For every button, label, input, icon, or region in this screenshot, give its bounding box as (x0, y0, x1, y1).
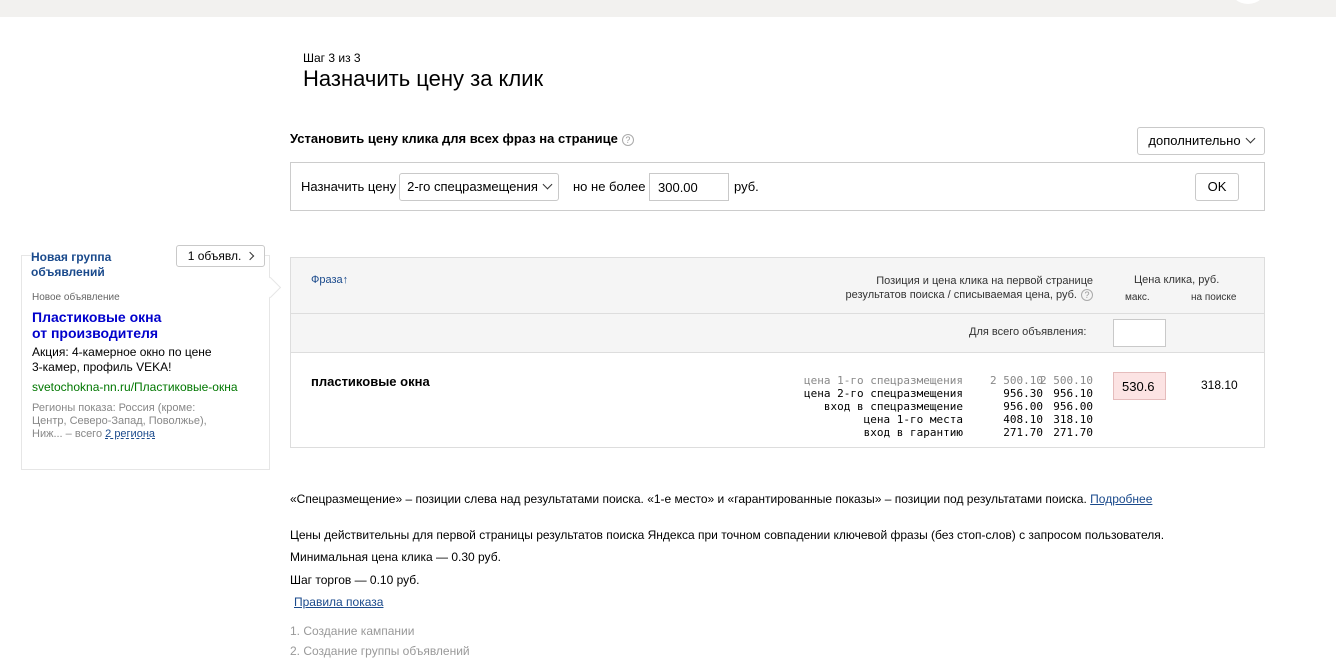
regions-line: Ниж... – всего (32, 428, 103, 440)
position-name: цена 1-го спецразмещения (804, 374, 963, 387)
note-text: «Спецразмещение» – позиции слева над рез… (290, 492, 1087, 506)
step-1[interactable]: 1. Создание кампании (290, 624, 414, 638)
regions-link[interactable]: 2 региона (105, 428, 155, 440)
for-all-label: Для всего объявления: (969, 326, 1087, 338)
ad-regions: Регионы показа: Россия (кроме: Центр, Се… (32, 402, 207, 441)
ads-count-label: 1 объявл. (187, 249, 242, 263)
for-all-row: Для всего объявления: (291, 314, 1264, 353)
note-bid-step: Шаг торгов — 0.10 руб. (290, 573, 420, 587)
position-price: 2 500.10 (990, 374, 1043, 387)
extra-button[interactable]: дополнительно (1137, 127, 1265, 155)
avatar[interactable] (1230, 0, 1266, 4)
position-charged-price: 956.00 (1053, 400, 1093, 413)
position-charged: 2 500.10 956.10 956.00 318.10 271.70 (1040, 374, 1093, 439)
help-icon[interactable]: ? (1081, 289, 1093, 302)
set-all-title-text: Установить цену клика для всех фраз на с… (290, 131, 618, 146)
more-link[interactable]: Подробнее (1090, 492, 1152, 506)
ad-title-line: от производителя (32, 325, 159, 341)
position-price: 408.10 (1003, 413, 1043, 426)
group-name[interactable]: Новая группа объявлений (31, 250, 185, 280)
chevron-right-icon (246, 251, 255, 261)
position-charged-price: 318.10 (1053, 413, 1093, 426)
regions-line: Центр, Северо-Запад, Поволжье), (32, 415, 207, 427)
assign-price-label: Назначить цену (301, 179, 397, 194)
ad-label: Новое объявление (32, 292, 120, 303)
position-charged-price: 956.10 (1053, 387, 1093, 400)
col-max-header: макс. (1125, 292, 1150, 303)
set-all-panel: Назначить цену 2-го спецразмещения но не… (290, 162, 1265, 211)
col-position-line2: результатов поиска / списываемая цена, р… (845, 289, 1077, 301)
ok-button[interactable]: OK (1195, 173, 1239, 201)
col-position-line1: Позиция и цена клика на первой странице (876, 275, 1093, 287)
table-header: Фраза↑ Позиция и цена клика на первой ст… (291, 258, 1264, 314)
note-min-price: Минимальная цена клика — 0.30 руб. (290, 550, 501, 564)
rules-link[interactable]: Правила показа (294, 595, 383, 609)
ad-title[interactable]: Пластиковые окна от производителя (32, 309, 161, 341)
step-2[interactable]: 2. Создание группы объявлений (290, 644, 470, 658)
position-name: цена 1-го места (863, 413, 963, 426)
card-pointer (259, 276, 282, 299)
col-phrase-label: Фраза (311, 274, 343, 286)
set-all-title: Установить цену клика для всех фраз на с… (290, 131, 634, 146)
position-price: 956.30 (1003, 387, 1043, 400)
ad-preview-card: Новая группа объявлений 1 объявл. Новое … (21, 245, 282, 470)
ad-text: Акция: 4-камерное окно по цене 3-камер, … (32, 345, 212, 375)
sort-phrase-link[interactable]: Фраза↑ (311, 274, 348, 286)
position-price: 956.00 (1003, 400, 1043, 413)
extra-button-label: дополнительно (1148, 133, 1241, 148)
position-select[interactable]: 2-го спецразмещения (399, 173, 559, 201)
note-prices: Цены действительны для первой страницы р… (290, 528, 1165, 542)
currency-label: руб. (734, 179, 759, 194)
col-search-header: на поиске (1191, 292, 1237, 303)
position-name: вход в гарантию (863, 426, 963, 439)
position-name: цена 2-го спецразмещения (804, 387, 963, 400)
regions-line: Регионы показа: Россия (кроме: (32, 402, 196, 414)
position-price: 271.70 (1003, 426, 1043, 439)
col-position-header: Позиция и цена клика на первой странице … (846, 274, 1093, 302)
position-charged-price: 271.70 (1053, 426, 1093, 439)
table-row: пластиковые окна цена 1-го спецразмещени… (291, 353, 1264, 447)
ad-text-line: 3-камер, профиль VEKA! (32, 360, 172, 374)
help-icon[interactable]: ? (621, 133, 634, 146)
page-title: Назначить цену за клик (303, 66, 544, 91)
no-more-label: но не более (573, 179, 646, 194)
phrases-table: Фраза↑ Позиция и цена клика на первой ст… (290, 257, 1265, 448)
for-all-input[interactable] (1113, 319, 1166, 347)
position-names: цена 1-го спецразмещения цена 2-го спецр… (804, 374, 963, 439)
top-bar (0, 0, 1336, 17)
ads-count-button[interactable]: 1 объявл. (176, 245, 265, 267)
ad-title-line: Пластиковые окна (32, 309, 162, 325)
position-prices: 2 500.10 956.30 956.00 408.10 271.70 (990, 374, 1043, 439)
chevron-down-icon (542, 179, 553, 190)
phrase-text: пластиковые окна (311, 374, 430, 389)
chevron-down-icon (1245, 133, 1256, 144)
ad-text-line: Акция: 4-камерное окно по цене (32, 345, 212, 359)
ad-url[interactable]: svetochokna-nn.ru/Пластиковые-окна (32, 380, 238, 394)
position-select-value: 2-го спецразмещения (407, 179, 538, 194)
position-charged-price: 2 500.10 (1040, 374, 1093, 387)
search-price: 318.10 (1201, 378, 1238, 392)
max-price-input[interactable] (649, 173, 729, 201)
max-price-row-input[interactable] (1113, 372, 1166, 400)
step-indicator: Шаг 3 из 3 (303, 51, 361, 65)
sort-arrow-icon: ↑ (342, 274, 349, 286)
note-placements: «Спецразмещение» – позиции слева над рез… (290, 492, 1152, 506)
col-price-header: Цена клика, руб. (1134, 274, 1220, 286)
position-name: вход в спецразмещение (823, 400, 963, 413)
